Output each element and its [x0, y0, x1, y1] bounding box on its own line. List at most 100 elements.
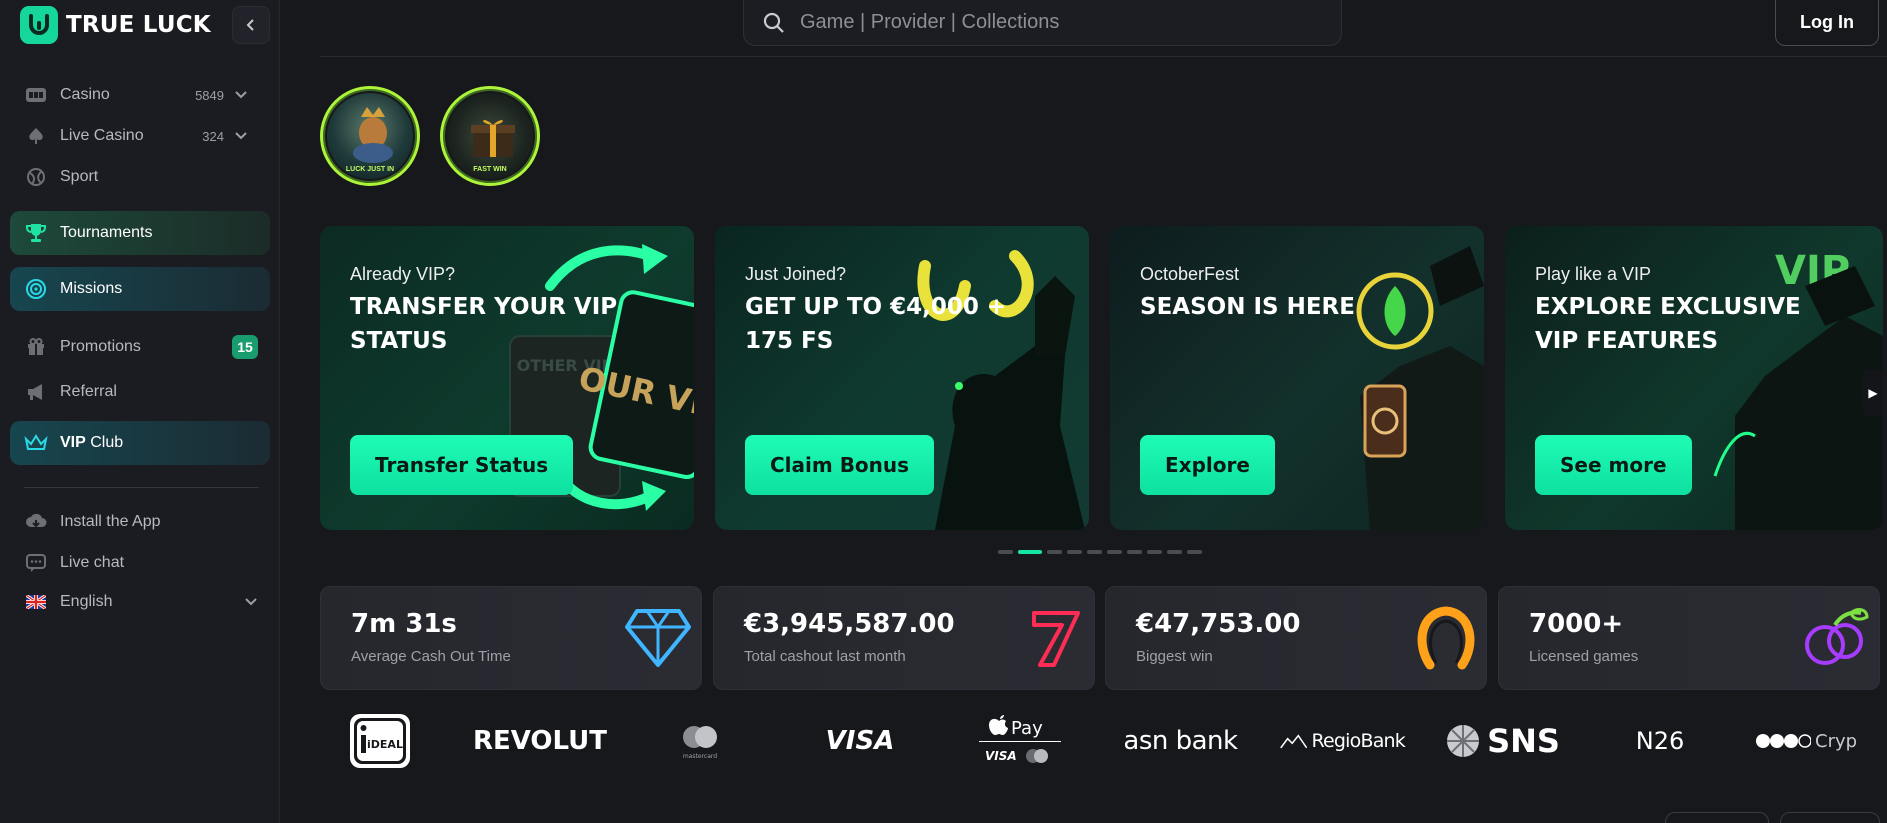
- carousel-dot[interactable]: [1018, 550, 1042, 554]
- carousel-dot[interactable]: [1047, 550, 1062, 554]
- story-artwork: [353, 107, 393, 163]
- game-count: 5849: [195, 87, 224, 103]
- gift-box-icon: [471, 120, 515, 157]
- svg-text:VISA: VISA: [985, 749, 1017, 763]
- stat-value: €3,945,587.00: [744, 609, 955, 639]
- banner-title: GET UP TO €4,000 + 175 FS: [745, 294, 1007, 354]
- story-caption: LUCK JUST IN: [345, 166, 395, 173]
- chat-icon: [24, 551, 48, 575]
- chevron-down-icon[interactable]: [234, 131, 248, 141]
- banner-pretitle: Already VIP?: [350, 264, 456, 284]
- sidebar-item-promotions[interactable]: Promotions 15: [10, 325, 270, 369]
- sidebar-item-label: Promotions: [60, 338, 141, 355]
- sidebar-item-sport[interactable]: Sport: [10, 155, 270, 199]
- banner-pretitle: Just Joined?: [745, 264, 847, 284]
- carousel-dot[interactable]: [1147, 550, 1162, 554]
- banner-welcome-bonus[interactable]: Just Joined? GET UP TO €4,000 + 175 FS C…: [715, 226, 1089, 530]
- sidebar-item-label: Tournaments: [60, 224, 153, 241]
- brand-name: TRUE LUCK: [66, 12, 211, 38]
- install-app-link[interactable]: Install the App: [10, 500, 270, 544]
- sidebar-item-vip-club[interactable]: VIP Club: [10, 421, 270, 465]
- svg-text:Pay: Pay: [1011, 718, 1043, 739]
- carousel-dot[interactable]: [1087, 550, 1102, 554]
- sidebar-item-label: Live chat: [60, 554, 125, 571]
- svg-text:iDEAL: iDEAL: [367, 738, 403, 751]
- carousel-dot[interactable]: [1187, 550, 1202, 554]
- ball-icon: [24, 165, 48, 189]
- diamond-icon: [625, 609, 691, 667]
- banner-vip-features[interactable]: VIP Play like a VIP EXPLORE EXCLUSIVE VI…: [1505, 226, 1883, 530]
- chevron-left-icon: [246, 19, 254, 31]
- uk-flag-icon: [24, 590, 48, 614]
- banner-title: TRANSFER YOUR VIP STATUS: [350, 294, 618, 354]
- trophy-icon: [24, 221, 48, 245]
- carousel-dot[interactable]: [998, 550, 1013, 554]
- stat-value: 7000+: [1529, 609, 1624, 639]
- stat-card-biggest-win: €47,753.00 Biggest win: [1105, 586, 1487, 690]
- sidebar-item-missions[interactable]: Missions: [10, 267, 270, 311]
- sidebar-item-label: Live Casino: [60, 127, 144, 144]
- collapse-sidebar-button[interactable]: [232, 6, 270, 44]
- chevron-down-icon: [245, 598, 257, 606]
- login-button[interactable]: Log In: [1775, 0, 1879, 46]
- banner-title: SEASON IS HERE: [1140, 294, 1355, 320]
- search-bar[interactable]: [743, 0, 1342, 46]
- stat-card-total-cashout: €3,945,587.00 Total cashout last month: [713, 586, 1095, 690]
- spade-icon: [24, 124, 48, 148]
- promotions-count-badge: 15: [232, 335, 258, 359]
- carousel-dot[interactable]: [1167, 550, 1182, 554]
- sidebar-item-label: Referral: [60, 383, 117, 400]
- banner-octoberfest[interactable]: OctoberFest SEASON IS HERE Explore: [1110, 226, 1484, 530]
- carousel-dot[interactable]: [1067, 550, 1082, 554]
- visa-logo: VISA: [825, 726, 895, 756]
- carousel-dot[interactable]: [1107, 550, 1122, 554]
- stat-value: 7m 31s: [351, 609, 457, 639]
- revolut-logo: REVOLUT: [472, 726, 608, 756]
- crown-icon: [24, 431, 48, 455]
- claim-bonus-button[interactable]: Claim Bonus: [745, 435, 935, 495]
- apple-pay-logo: Pay VISA: [975, 710, 1065, 772]
- banner-transfer-vip[interactable]: OTHER VIP OUR VIP Already VIP? TRANSFER …: [320, 226, 694, 530]
- stat-value: €47,753.00: [1136, 609, 1301, 639]
- gift-icon: [24, 335, 48, 359]
- search-icon: [763, 12, 784, 33]
- horseshoe-logo-icon: [20, 6, 58, 44]
- bottom-control-button[interactable]: [1665, 812, 1769, 823]
- banner-pretitle: OctoberFest: [1140, 264, 1240, 284]
- stat-label: Total cashout last month: [744, 648, 906, 665]
- ideal-logo: iDEAL: [345, 710, 415, 772]
- slot-machine-icon: [24, 83, 48, 107]
- language-selector[interactable]: English: [10, 580, 270, 624]
- explore-button[interactable]: Explore: [1140, 435, 1275, 495]
- story-bubble[interactable]: FAST WIN: [440, 86, 540, 186]
- sidebar-item-casino[interactable]: Casino 5849: [10, 73, 270, 117]
- logo[interactable]: TRUE LUCK: [20, 6, 211, 44]
- carousel-next-button[interactable]: ▶: [1863, 370, 1883, 416]
- transfer-status-button[interactable]: Transfer Status: [350, 435, 574, 495]
- carousel-dot[interactable]: [1127, 550, 1142, 554]
- plum-icon: [1805, 608, 1869, 665]
- sidebar-item-label: Install the App: [60, 513, 161, 530]
- stat-label: Average Cash Out Time: [351, 648, 511, 665]
- sidebar-divider: [24, 487, 259, 488]
- sidebar-item-tournaments[interactable]: Tournaments: [10, 211, 270, 255]
- sidebar: TRUE LUCK Casino 5849 Live Casino 324 Sp…: [0, 0, 280, 823]
- search-input[interactable]: [800, 11, 1280, 34]
- see-more-button[interactable]: See more: [1535, 435, 1692, 495]
- live-chat-link[interactable]: Live chat: [10, 541, 270, 585]
- chevron-down-icon[interactable]: [234, 90, 248, 100]
- target-icon: [24, 277, 48, 301]
- sidebar-item-label: Casino: [60, 86, 110, 103]
- svg-text:mastercard: mastercard: [683, 753, 717, 760]
- carousel-pagination: [998, 550, 1202, 554]
- sidebar-item-label: Sport: [60, 168, 99, 185]
- stat-label: Biggest win: [1136, 648, 1213, 665]
- banner-pretitle: Play like a VIP: [1535, 264, 1652, 284]
- story-bubble[interactable]: LUCK JUST IN: [320, 86, 420, 186]
- header-divider: [320, 56, 1887, 57]
- caret-right-icon: ▶: [1868, 386, 1878, 400]
- bottom-control-button[interactable]: [1780, 812, 1880, 823]
- sidebar-item-live-casino[interactable]: Live Casino 324: [10, 114, 270, 158]
- sidebar-item-label: English: [60, 593, 113, 610]
- sidebar-item-referral[interactable]: Referral: [10, 370, 270, 414]
